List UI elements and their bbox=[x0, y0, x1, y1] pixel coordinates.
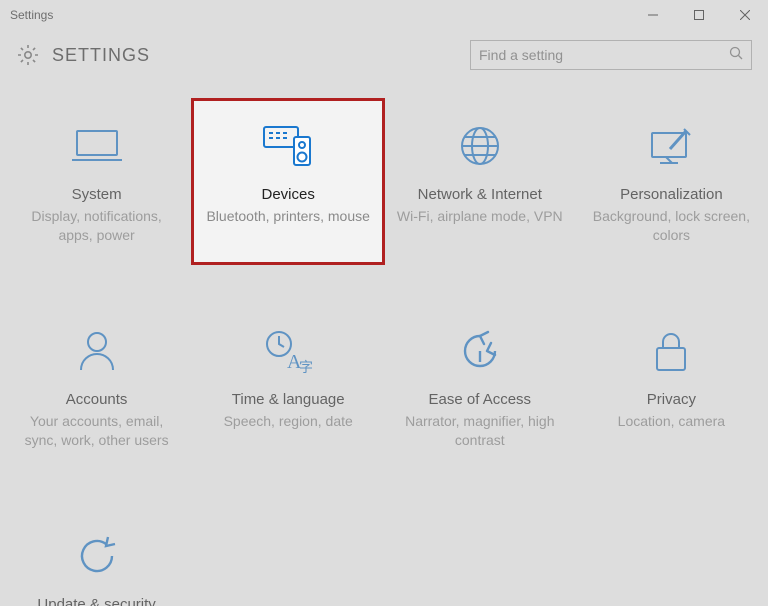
tile-desc: Background, lock screen, colors bbox=[588, 207, 754, 245]
privacy-icon bbox=[651, 321, 691, 381]
tile-desc: Your accounts, email, sync, work, other … bbox=[14, 412, 180, 450]
tile-desc: Speech, region, date bbox=[224, 412, 353, 431]
tile-title: Personalization bbox=[620, 186, 723, 203]
tile-system[interactable]: System Display, notifications, apps, pow… bbox=[2, 100, 192, 263]
tile-desc: Display, notifications, apps, power bbox=[14, 207, 180, 245]
devices-icon bbox=[260, 116, 316, 176]
update-icon bbox=[74, 526, 120, 586]
network-icon bbox=[457, 116, 503, 176]
svg-text:字: 字 bbox=[299, 360, 313, 374]
tile-title: Privacy bbox=[647, 391, 696, 408]
tile-desc: Bluetooth, printers, mouse bbox=[206, 207, 369, 226]
tile-title: Update & security bbox=[37, 596, 155, 606]
gear-icon bbox=[16, 43, 40, 67]
tile-update-security[interactable]: Update & security Windows Update, recove… bbox=[2, 510, 192, 606]
tile-privacy[interactable]: Privacy Location, camera bbox=[576, 305, 766, 468]
tile-title: Time & language bbox=[232, 391, 345, 408]
tile-title: Ease of Access bbox=[429, 391, 532, 408]
ease-of-access-icon bbox=[457, 321, 503, 381]
title-bar: Settings bbox=[0, 0, 768, 30]
window-controls bbox=[630, 0, 768, 30]
tile-network[interactable]: Network & Internet Wi-Fi, airplane mode,… bbox=[385, 100, 575, 263]
tile-personalization[interactable]: Personalization Background, lock screen,… bbox=[576, 100, 766, 263]
tile-desc: Location, camera bbox=[618, 412, 725, 431]
search-input[interactable] bbox=[479, 47, 729, 63]
tile-devices[interactable]: Devices Bluetooth, printers, mouse bbox=[193, 100, 383, 263]
search-icon bbox=[729, 46, 743, 65]
maximize-button[interactable] bbox=[676, 0, 722, 30]
window-title: Settings bbox=[10, 8, 53, 22]
tile-title: Network & Internet bbox=[418, 186, 542, 203]
header: SETTINGS bbox=[0, 30, 768, 80]
tile-title: Accounts bbox=[66, 391, 128, 408]
time-language-icon: A 字 bbox=[263, 321, 313, 381]
tile-title: System bbox=[72, 186, 122, 203]
tile-accounts[interactable]: Accounts Your accounts, email, sync, wor… bbox=[2, 305, 192, 468]
tile-title: Devices bbox=[262, 186, 315, 203]
accounts-icon bbox=[75, 321, 119, 381]
settings-grid: System Display, notifications, apps, pow… bbox=[0, 80, 768, 606]
tile-time-language[interactable]: A 字 Time & language Speech, region, date bbox=[193, 305, 383, 468]
tile-ease-of-access[interactable]: Ease of Access Narrator, magnifier, high… bbox=[385, 305, 575, 468]
tile-desc: Wi-Fi, airplane mode, VPN bbox=[397, 207, 563, 226]
system-icon bbox=[72, 116, 122, 176]
close-button[interactable] bbox=[722, 0, 768, 30]
search-box[interactable] bbox=[470, 40, 752, 70]
tile-desc: Narrator, magnifier, high contrast bbox=[397, 412, 563, 450]
personalization-icon bbox=[646, 116, 696, 176]
page-title: SETTINGS bbox=[52, 45, 150, 66]
minimize-button[interactable] bbox=[630, 0, 676, 30]
